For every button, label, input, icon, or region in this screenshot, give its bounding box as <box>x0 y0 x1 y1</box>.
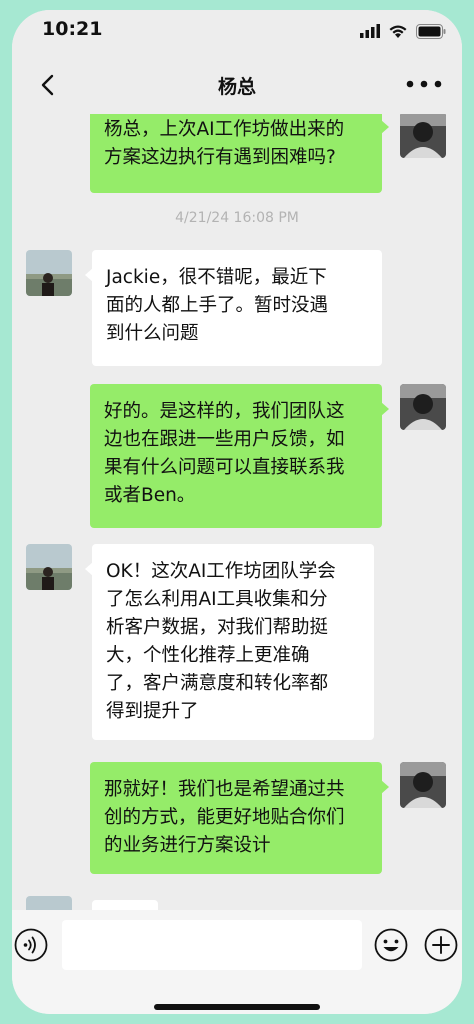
contact-avatar[interactable] <box>26 896 72 910</box>
page-title: 杨总 <box>217 76 256 98</box>
status-bar: 10:21 <box>12 10 462 56</box>
status-time: 10:21 <box>42 18 103 40</box>
my-avatar[interactable] <box>400 384 446 430</box>
message-bubble-received[interactable]: OK！这次AI工作坊团队学会 了怎么利用AI工具收集和分 析客户数据，对我们帮助… <box>85 544 374 740</box>
message-input[interactable] <box>62 920 362 970</box>
battery-icon <box>416 23 446 39</box>
emoji-icon[interactable] <box>374 928 408 962</box>
chat-area[interactable]: 杨总，上次AI工作坊做出来的 方案这边执行有遇到困难吗? 4/21/24 16:… <box>12 114 462 910</box>
more-dots-icon[interactable] <box>404 74 444 94</box>
plus-icon[interactable] <box>424 928 458 962</box>
message-bubble-received[interactable]: Jackie，很不错呢，最近下 面的人都上手了。暂时没遇 到什么问题 <box>85 250 382 366</box>
home-indicator[interactable] <box>154 1004 320 1010</box>
voice-icon[interactable] <box>14 928 48 962</box>
contact-avatar[interactable] <box>26 544 72 590</box>
my-avatar[interactable] <box>400 762 446 808</box>
status-icons <box>360 22 446 40</box>
contact-avatar[interactable] <box>26 250 72 296</box>
message-bubble-received[interactable] <box>92 900 158 910</box>
input-bar <box>12 910 462 1014</box>
phone-screen: 10:21 杨总 杨总，上次AI工作坊做出来的 方案这边执行有遇到困难吗? 4/… <box>12 10 462 1014</box>
nav-bar: 杨总 <box>12 56 462 114</box>
message-timestamp: 4/21/24 16:08 PM <box>175 210 299 226</box>
wifi-icon <box>389 25 407 38</box>
message-bubble-sent[interactable]: 好的。是这样的，我们团队这 边也在跟进一些用户反馈，如 果有什么问题可以直接联系… <box>90 384 389 528</box>
message-bubble-sent[interactable]: 那就好！我们也是希望通过共 创的方式，能更好地贴合你们 的业务进行方案设计 <box>90 762 389 874</box>
signal-icon <box>360 24 380 38</box>
my-avatar[interactable] <box>400 114 446 158</box>
message-bubble-sent[interactable]: 杨总，上次AI工作坊做出来的 方案这边执行有遇到困难吗? <box>90 114 389 193</box>
